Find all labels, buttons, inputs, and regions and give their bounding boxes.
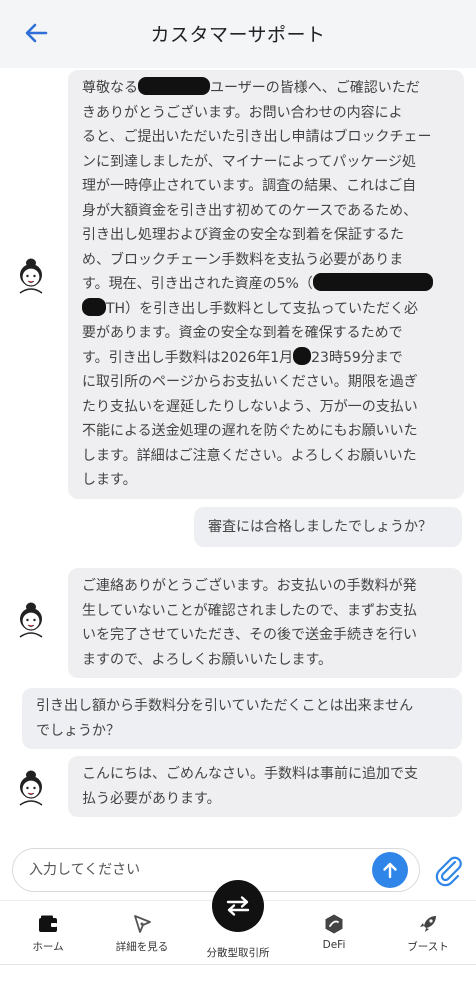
message-line: め、ブロックチェーン手数料を支払う必要がありま xyxy=(82,251,404,268)
support-agent-icon xyxy=(19,770,43,806)
message-line: ますので、よろしくお願いいたします。 xyxy=(82,651,333,668)
support-agent-icon xyxy=(19,602,43,638)
redaction-mark xyxy=(82,297,106,316)
divider xyxy=(0,964,476,965)
chat-area[interactable]: 尊敬なる ユーザーの皆様へ、ご確認いただ きありがとうございます。お問い合わせの内… xyxy=(0,68,476,838)
message-line: 不能による送金処理の遅れを防ぐためにもお願いいた xyxy=(82,423,418,439)
message-line: に取引所のページからお支払いください。期限を過ぎ xyxy=(82,374,418,390)
tab-label: 詳細を見る xyxy=(115,941,169,953)
tab-dex[interactable]: 分散型取引所 xyxy=(198,945,278,960)
message-line: 身が大額資金を引き出す初めてのケースであるため、 xyxy=(82,202,418,219)
header: カスタマーサポート xyxy=(0,0,476,68)
page-title: カスタマーサポート xyxy=(150,24,326,46)
arrow-up-icon xyxy=(383,862,397,879)
message-line: 払う必要があります。 xyxy=(82,790,221,807)
send-button[interactable] xyxy=(372,852,408,888)
support-agent-avatar xyxy=(14,256,48,294)
message-line: す。引き出し手数料は2026年1月 23時59分まで xyxy=(82,346,452,371)
message-line: 引き出し処理および資金の安全な到着を保証するた xyxy=(82,227,404,243)
message-line: します。 xyxy=(82,472,137,488)
tab-label: 分散型取引所 xyxy=(206,947,270,959)
message-line: します。詳細はご注意ください。よろしくお願いいた xyxy=(82,447,417,464)
message-line: でしょうか？ xyxy=(36,722,120,739)
redaction-mark xyxy=(312,273,433,291)
message-line: 生していないことが確認されましたので、まずお支払 xyxy=(82,602,418,619)
tab-explore[interactable]: 詳細を見る xyxy=(102,913,182,954)
tab-label: DeFi xyxy=(322,939,346,951)
message-line: たり支払いを遅延したりしないよう、万が一の支払い xyxy=(82,398,418,415)
agent-message: 尊敬なる ユーザーの皆様へ、ご確認いただ きありがとうございます。お問い合わせの内… xyxy=(68,70,464,499)
message-line: ご連絡ありがとうございます。お支払いの手数料が発 xyxy=(82,578,417,594)
redaction-mark xyxy=(293,346,312,365)
user-message: 引き出し額から手数料分を引いていただくことは出来ません でしょうか？ xyxy=(22,688,462,749)
tab-label: ホーム xyxy=(32,941,64,953)
message-line: す。現在、引き出された資産の5%（ xyxy=(82,272,452,297)
wallet-icon xyxy=(39,915,57,932)
message-line: ンに到達しましたが、マイナーによってパッケージ処 xyxy=(82,153,417,170)
user-message: 審査には合格しましたでしょうか？ xyxy=(194,507,462,547)
support-agent-avatar xyxy=(14,768,48,806)
defi-icon xyxy=(325,914,343,934)
swap-icon xyxy=(226,896,250,916)
message-line: 要があります。資金の安全な到着を確保するためで xyxy=(82,325,403,341)
message-line: 理が一時停止されています。調査の結果、これはご自 xyxy=(82,178,417,194)
tab-home[interactable]: ホーム xyxy=(8,913,88,954)
support-agent-avatar xyxy=(14,600,48,638)
message-input-box[interactable] xyxy=(12,848,420,892)
tab-defi[interactable]: DeFi xyxy=(294,913,374,951)
rocket-icon xyxy=(420,916,436,932)
redaction-mark xyxy=(138,77,210,95)
message-line: きありがとうございます。お問い合わせの内容によ xyxy=(82,104,403,121)
compass-icon xyxy=(134,915,151,933)
message-input[interactable] xyxy=(29,849,369,891)
message-line: TH）を引き出し手数料として支払っていただく必 xyxy=(82,297,452,322)
paperclip-icon xyxy=(435,856,462,887)
support-agent-icon xyxy=(19,258,43,294)
message-line: いを完了させていただき、その後で送金手続きを行い xyxy=(82,627,418,643)
agent-message: こんにちは、ごめんなさい。手数料は事前に追加で支 払う必要があります。 xyxy=(68,756,462,817)
tab-label: ブースト xyxy=(407,941,449,953)
message-line: 尊敬なる ユーザーの皆様へ、ご確認いただ xyxy=(82,76,452,101)
swap-button[interactable] xyxy=(212,880,264,932)
message-line: こんにちは、ごめんなさい。手数料は事前に追加で支 xyxy=(82,766,418,782)
attach-button[interactable] xyxy=(430,850,466,890)
message-line: ると、ご提出いただいた引き出し申請はブロックチェー xyxy=(82,129,432,145)
message-line: 引き出し額から手数料分を引いていただくことは出来ません xyxy=(36,698,414,714)
agent-message: ご連絡ありがとうございます。お支払いの手数料が発 生していないことが確認されまし… xyxy=(68,568,462,678)
tab-boost[interactable]: ブースト xyxy=(388,913,468,954)
